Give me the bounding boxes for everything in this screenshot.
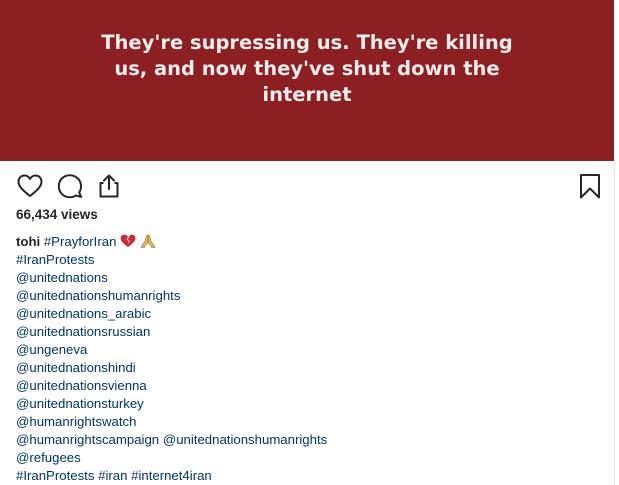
instagram-post: They're supressing us. They're killing u… bbox=[0, 0, 619, 485]
mention-link[interactable]: @ungeneva bbox=[16, 342, 87, 357]
caption-first-line: tohi #PrayforIran bbox=[16, 233, 596, 251]
post-image-text: They're supressing us. They're killing u… bbox=[101, 31, 513, 106]
caption-line: @unitednationsrussian bbox=[16, 323, 596, 341]
mention-link[interactable]: @unitednations_arabic bbox=[16, 306, 151, 321]
username-link[interactable]: tohi bbox=[16, 234, 40, 249]
mention-link[interactable]: @unitednationshumanrights bbox=[163, 432, 327, 447]
hashtag-link[interactable]: #iran bbox=[98, 468, 127, 483]
caption-line: @refugees bbox=[16, 449, 596, 467]
hashtag-link[interactable]: #internet4iran bbox=[131, 468, 212, 483]
caption-line: @unitednationshindi bbox=[16, 359, 596, 377]
hashtag-link[interactable]: #IranProtests bbox=[16, 252, 94, 267]
mention-link[interactable]: @unitednationshumanrights bbox=[16, 288, 180, 303]
share-upload-icon[interactable] bbox=[95, 172, 123, 200]
mention-link[interactable]: @unitednationsvienna bbox=[16, 378, 147, 393]
caption-line: @ungeneva bbox=[16, 341, 596, 359]
mention-link[interactable]: @unitednationsrussian bbox=[16, 324, 150, 339]
caption-line: @unitednationshumanrights bbox=[16, 287, 596, 305]
post-caption: tohi #PrayforIran #IranProtests @unitedna… bbox=[16, 233, 596, 485]
folded-hands-icon bbox=[140, 234, 156, 248]
bookmark-icon[interactable] bbox=[576, 172, 604, 200]
caption-line: #IranProtests bbox=[16, 251, 596, 269]
heart-outline-icon[interactable] bbox=[16, 172, 44, 200]
mention-link[interactable]: @unitednationshindi bbox=[16, 360, 136, 375]
caption-line: @unitednationsvienna bbox=[16, 377, 596, 395]
caption-line: #IranProtests #iran #internet4iran bbox=[16, 467, 596, 485]
mention-link[interactable]: @refugees bbox=[16, 450, 81, 465]
broken-heart-icon bbox=[120, 234, 136, 248]
mention-link[interactable]: @unitednations bbox=[16, 270, 108, 285]
caption-tag-list: #IranProtests @unitednations @unitednation… bbox=[16, 251, 596, 485]
action-bar bbox=[16, 172, 606, 202]
post-border bbox=[614, 161, 615, 485]
hashtag-link[interactable]: #PrayforIran bbox=[44, 234, 117, 249]
post-image[interactable]: They're supressing us. They're killing u… bbox=[0, 0, 614, 161]
view-count[interactable]: 66,434 views bbox=[16, 207, 98, 222]
mention-link[interactable]: @humanrightscampaign bbox=[16, 432, 159, 447]
mention-link[interactable]: @humanrightswatch bbox=[16, 414, 136, 429]
mention-link[interactable]: @unitednationsturkey bbox=[16, 396, 144, 411]
caption-line: @unitednations bbox=[16, 269, 596, 287]
caption-line: @unitednations_arabic bbox=[16, 305, 596, 323]
caption-line: @humanrightswatch bbox=[16, 413, 596, 431]
hashtag-link[interactable]: #IranProtests bbox=[16, 468, 94, 483]
caption-line: @unitednationsturkey bbox=[16, 395, 596, 413]
caption-line: @humanrightscampaign @unitednationshuman… bbox=[16, 431, 596, 449]
comment-bubble-icon[interactable] bbox=[56, 172, 84, 200]
